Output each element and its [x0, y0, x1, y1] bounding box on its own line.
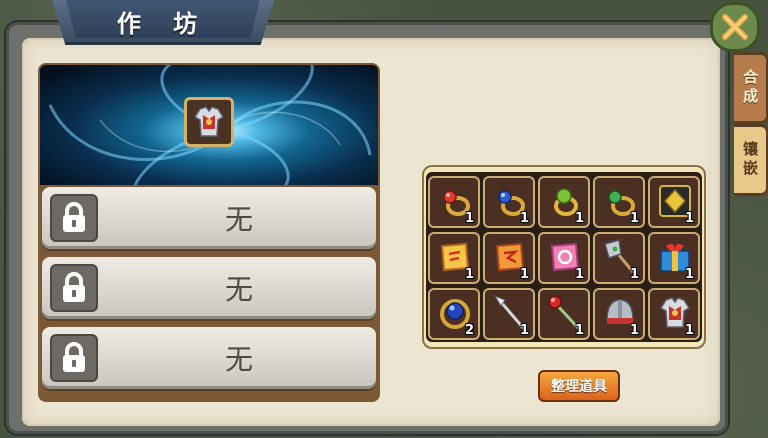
target-equipment-slot[interactable] — [184, 97, 234, 147]
gem-slot-2[interactable]: 无 — [42, 257, 376, 319]
item-quantity: 1 — [464, 267, 474, 282]
gem-slot-1[interactable]: 无 — [42, 187, 376, 249]
item-quantity: 1 — [519, 267, 529, 282]
inventory-slot[interactable]: 1 — [483, 176, 535, 228]
inventory-slot[interactable]: 1 — [538, 288, 590, 340]
close-button[interactable] — [710, 2, 760, 52]
inventory-slot[interactable]: 1 — [538, 232, 590, 284]
tab-inlay[interactable]: 镶嵌 — [734, 124, 768, 196]
item-quantity: 1 — [684, 267, 694, 282]
slot-text: 无 — [224, 203, 253, 236]
item-quantity: 1 — [629, 323, 639, 338]
inventory-slot[interactable]: 1 — [593, 288, 645, 340]
inventory-slot[interactable]: 1 — [593, 232, 645, 284]
inventory-slot[interactable]: 1 — [428, 232, 480, 284]
inventory-slot[interactable]: 1 — [648, 176, 700, 228]
item-quantity: 1 — [684, 323, 694, 338]
slot-lock — [50, 334, 98, 382]
item-quantity: 1 — [519, 211, 529, 226]
item-quantity: 1 — [464, 211, 474, 226]
item-quantity: 1 — [574, 211, 584, 226]
lock-icon — [63, 342, 85, 372]
tab-synthesize-label: 合成 — [741, 69, 759, 107]
inventory-slot[interactable]: 1 — [483, 288, 535, 340]
slot-lock — [50, 264, 98, 312]
slot-text: 无 — [224, 343, 253, 376]
item-quantity: 1 — [629, 211, 639, 226]
item-quantity: 1 — [519, 323, 529, 338]
lock-icon — [63, 202, 85, 232]
tab-synthesize[interactable]: 合成 — [734, 52, 768, 124]
inventory-slot[interactable]: 2 — [428, 288, 480, 340]
inventory-slot[interactable]: 1 — [538, 176, 590, 228]
inventory-slot[interactable]: 1 — [648, 232, 700, 284]
gem-slot-3[interactable]: 无 — [42, 327, 376, 389]
inventory-slot[interactable]: 1 — [483, 232, 535, 284]
item-quantity: 2 — [464, 323, 474, 338]
slot-lock — [50, 194, 98, 242]
title-banner: 作 坊 — [52, 0, 274, 45]
inventory-slot[interactable]: 1 — [428, 176, 480, 228]
tab-inlay-label: 镶嵌 — [741, 141, 759, 179]
item-quantity: 1 — [629, 267, 639, 282]
item-quantity: 1 — [574, 267, 584, 282]
close-icon — [722, 14, 748, 40]
item-quantity: 1 — [684, 211, 694, 226]
inventory-slot[interactable]: 1 — [648, 288, 700, 340]
item-quantity: 1 — [574, 323, 584, 338]
slot-text: 无 — [224, 273, 253, 306]
lock-icon — [63, 272, 85, 302]
sort-items-button[interactable]: 整理道具 — [538, 370, 620, 402]
inventory-slot[interactable]: 1 — [593, 176, 645, 228]
chest-armor-icon — [193, 106, 225, 137]
window-title: 作 坊 — [116, 10, 210, 38]
